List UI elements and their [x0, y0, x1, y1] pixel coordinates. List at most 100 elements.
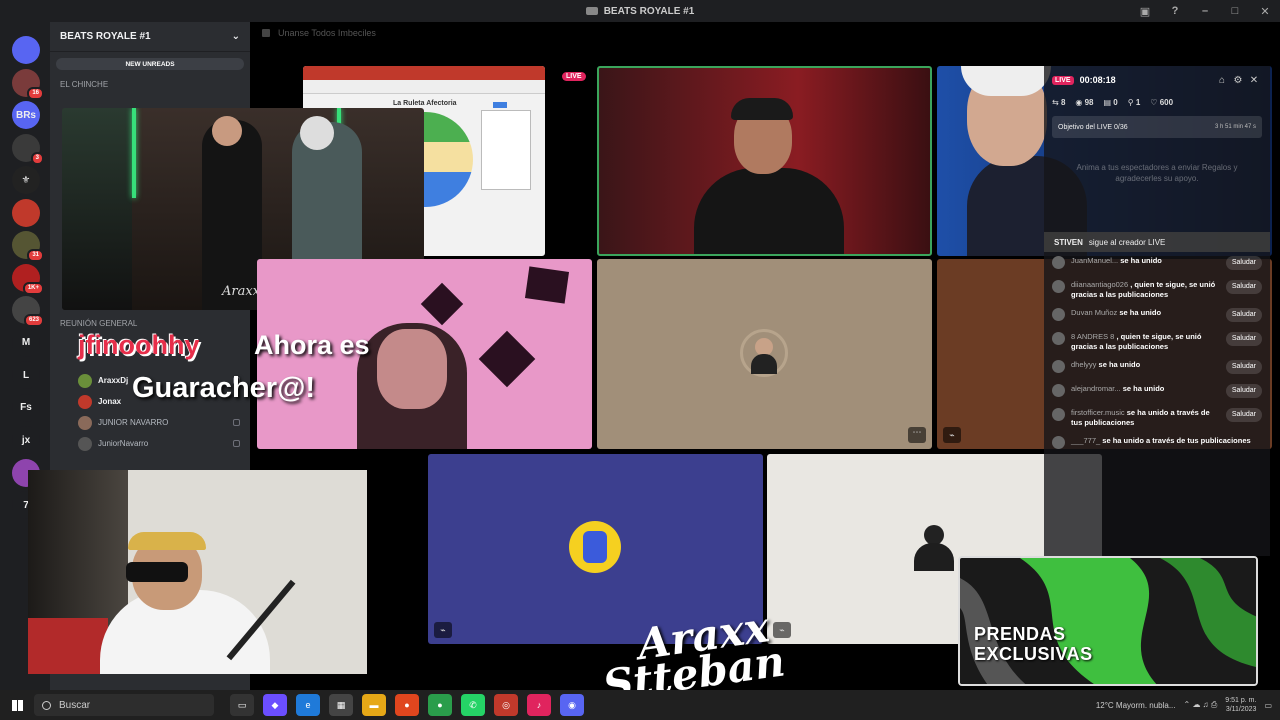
mic-off-icon: ⌁ — [434, 622, 452, 638]
tile-watermark: Araxx — [222, 284, 261, 299]
inbox-icon[interactable]: ▣ — [1130, 0, 1160, 22]
lock-icon[interactable]: ⌂ — [1214, 75, 1230, 86]
category-el-chinche[interactable]: EL CHINCHE — [50, 70, 250, 91]
promo-background — [960, 558, 1256, 684]
search-icon — [42, 700, 51, 710]
live-timer: 00:08:18 — [1079, 75, 1116, 85]
maximize-button[interactable]: □ — [1220, 0, 1250, 22]
unread-badge: 1K+ — [22, 281, 44, 295]
live-goal[interactable]: Objetivo del LIVE 0/36 3 h 51 min 47 s — [1052, 116, 1262, 138]
copilot-icon[interactable]: ◆ — [263, 694, 287, 716]
saludar-button[interactable]: Saludar — [1225, 308, 1262, 322]
saludar-button[interactable]: Saludar — [1225, 332, 1262, 346]
avatar — [78, 394, 92, 409]
server-icon[interactable]: 623 — [12, 296, 44, 327]
tray-icons[interactable]: ⌃ ☁ ♫ ⎙ — [1184, 700, 1218, 710]
creator-user: STIVEN — [1054, 237, 1083, 247]
server-header[interactable]: BEATS ROYALE #1 ⌄ — [50, 22, 250, 52]
server-icon[interactable] — [12, 36, 40, 64]
feed-action-text: se ha unido — [1119, 308, 1162, 317]
saludar-button[interactable]: Saludar — [1225, 384, 1262, 398]
folder-icon[interactable]: ▬ — [362, 694, 386, 716]
feed-user: JuanManuel... — [1071, 256, 1119, 265]
start-button[interactable] — [0, 690, 34, 720]
clock[interactable]: 9:51 p. m. 3/11/2023 — [1225, 696, 1256, 714]
settings-icon[interactable]: ⚙ — [1230, 75, 1246, 86]
feed-text: 8 ANDRES 8 , quien te sigue, se unió gra… — [1071, 332, 1222, 352]
store-icon[interactable]: ▦ — [329, 694, 353, 716]
close-icon[interactable]: ✕ — [1246, 75, 1262, 86]
server-icon[interactable]: 31 — [12, 231, 44, 262]
server-icon[interactable]: 3 — [12, 133, 44, 165]
participant-avatar — [569, 521, 621, 573]
browser-toolbar — [303, 80, 545, 94]
task-view-icon[interactable]: ▭ — [230, 694, 254, 716]
taskbar-search[interactable]: Buscar — [34, 694, 214, 716]
chrome-alt-icon[interactable]: ● — [428, 694, 452, 716]
feed-user: alejandromar... — [1071, 384, 1121, 393]
close-button[interactable]: ✕ — [1250, 0, 1280, 22]
server-icon[interactable]: jx — [12, 426, 40, 454]
clock-time: 9:51 p. m. — [1225, 697, 1257, 704]
mute-icon — [233, 419, 240, 426]
voice-member[interactable]: JUNIOR NAVARRO — [50, 412, 250, 433]
minimize-button[interactable]: – — [1190, 0, 1220, 22]
avatar-tile[interactable]: ⋯ — [597, 259, 932, 449]
feed-user: Duvan Muñoz — [1071, 308, 1118, 317]
notification-icon[interactable]: ▭ — [1264, 701, 1272, 710]
unread-badge: 623 — [23, 314, 44, 327]
feed-text: diianaantiago026 , quien te sigue, se un… — [1071, 280, 1222, 300]
server-icon[interactable]: BRs — [12, 101, 40, 129]
feed-row: dhelyyy se ha unido Saludar — [1044, 356, 1270, 380]
category-reunion-general[interactable]: REUNIÓN GENERAL — [50, 309, 250, 330]
window-controls: ▣ ? – □ ✕ — [1130, 0, 1280, 22]
more-options-icon[interactable]: ⋯ — [908, 427, 926, 443]
new-unreads-pill[interactable]: NEW UNREADS — [56, 58, 244, 70]
wheel-entries-box — [481, 110, 531, 190]
server-icon[interactable]: 16 — [12, 68, 44, 100]
server-icon[interactable] — [12, 198, 40, 227]
feed-text: alejandromar... se ha unido — [1071, 384, 1222, 394]
server-icon[interactable]: ⚜ — [12, 166, 40, 194]
alert-username: jfinoohhy — [78, 330, 200, 360]
unread-badge: 31 — [27, 249, 44, 262]
saludar-button[interactable]: Saludar — [1225, 408, 1262, 422]
server-icon[interactable]: L — [12, 361, 40, 389]
voice-member[interactable]: JuniorNavarro — [50, 433, 250, 454]
server-icon[interactable]: 1K+ — [12, 263, 44, 295]
avatar — [78, 415, 92, 430]
feed-user: dhelyyy — [1071, 360, 1097, 369]
live-panel-top: LIVE 00:08:18 ⌂ ⚙ ✕ — [1044, 66, 1270, 94]
taskbar-apps: ▭ ◆ e ▦ ▬ ● ● ✆ ◎ ♪ ◉ — [230, 694, 584, 716]
creator-text: sigue al creador LIVE — [1088, 237, 1166, 247]
help-icon[interactable]: ? — [1160, 0, 1190, 22]
obs-icon[interactable]: ◎ — [494, 694, 518, 716]
chrome-icon[interactable]: ● — [395, 694, 419, 716]
unread-badge: 16 — [27, 86, 44, 100]
tiktok-icon[interactable]: ♪ — [527, 694, 551, 716]
wheel-title: La Ruleta Afectoria — [393, 100, 457, 107]
live-feed: JuanManuel... se ha unido Saludar diianaan… — [1044, 252, 1270, 456]
saludar-button[interactable]: Saludar — [1225, 280, 1262, 294]
cam-tile-main[interactable] — [597, 66, 932, 256]
feed-row: Duvan Muñoz se ha unido Saludar — [1044, 304, 1270, 328]
avatar — [1052, 332, 1065, 345]
feed-text: firstofficer.music se ha unido a través … — [1071, 408, 1222, 428]
participant-avatar — [908, 521, 960, 573]
saludar-button[interactable]: Saludar — [1225, 360, 1262, 374]
alert-text-line1: Ahora es — [254, 330, 370, 360]
whatsapp-icon[interactable]: ✆ — [461, 694, 485, 716]
chevron-down-icon: ⌄ — [231, 31, 240, 42]
gift-hint: Anima a tus espectadores a enviar Regalo… — [1076, 163, 1238, 183]
gift-stat: ▤ 0 — [1103, 97, 1118, 107]
follow-stat: ⚲ 1 — [1127, 97, 1141, 107]
viewers-stat: ⇆ 8 — [1052, 97, 1066, 107]
weather-widget[interactable]: 12°C Mayorm. nubla... — [1096, 701, 1176, 710]
server-icon[interactable]: M — [12, 328, 40, 357]
avatar — [1052, 384, 1065, 397]
discord-icon[interactable]: ◉ — [560, 694, 584, 716]
saludar-button[interactable]: Saludar — [1225, 256, 1262, 270]
server-icon[interactable]: Fs — [12, 393, 40, 422]
edge-icon[interactable]: e — [296, 694, 320, 716]
